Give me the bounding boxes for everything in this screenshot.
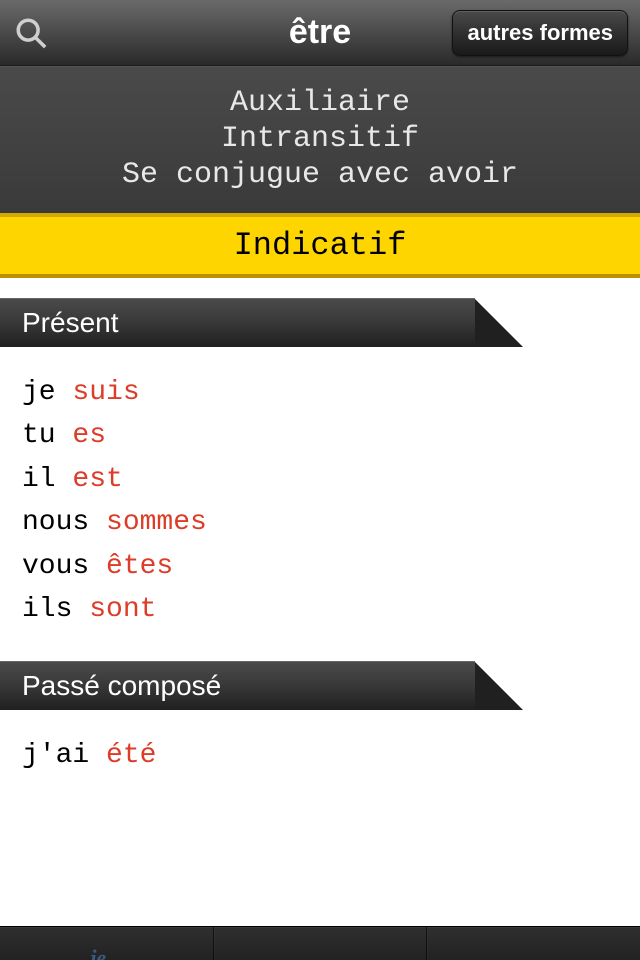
tab-exercices[interactable]: ·· ⁄20 Exercices (427, 927, 640, 960)
tab-conjugaison[interactable]: je tu il Conjugaison (0, 927, 213, 960)
tense-header-present: Présent (0, 298, 475, 347)
search-icon[interactable] (12, 14, 50, 52)
other-forms-button[interactable]: autres formes (452, 10, 628, 56)
list-item: je suis (22, 371, 640, 414)
header-bar: être autres formes (0, 0, 640, 66)
conjugaison-icon: je tu il (90, 945, 122, 960)
conjugation-present: je suis tu es il est nous sommes vous êt… (0, 371, 640, 661)
conjugation-passe-compose: j'ai été (0, 734, 640, 807)
tense-header-passe-compose: Passé composé (0, 661, 475, 710)
list-item: vous êtes (22, 545, 640, 588)
info-line-1: Auxiliaire (0, 85, 640, 121)
tab-bar: je tu il Conjugaison Synonyme ·· ⁄20 Exe… (0, 926, 640, 960)
list-item: il est (22, 458, 640, 501)
list-item: nous sommes (22, 501, 640, 544)
content-area[interactable]: Présent je suis tu es il est nous sommes… (0, 278, 640, 926)
list-item: tu es (22, 414, 640, 457)
mood-heading: Indicatif (0, 213, 640, 278)
list-item: j'ai été (22, 734, 640, 777)
exercices-icon: ·· ⁄20 (514, 945, 554, 960)
info-line-3: Se conjugue avec avoir (0, 157, 640, 193)
list-item: ils sont (22, 588, 640, 631)
info-line-2: Intransitif (0, 121, 640, 157)
tab-synonyme[interactable]: Synonyme (214, 927, 427, 960)
synonyme-icon (297, 945, 343, 960)
verb-info: Auxiliaire Intransitif Se conjugue avec … (0, 66, 640, 213)
